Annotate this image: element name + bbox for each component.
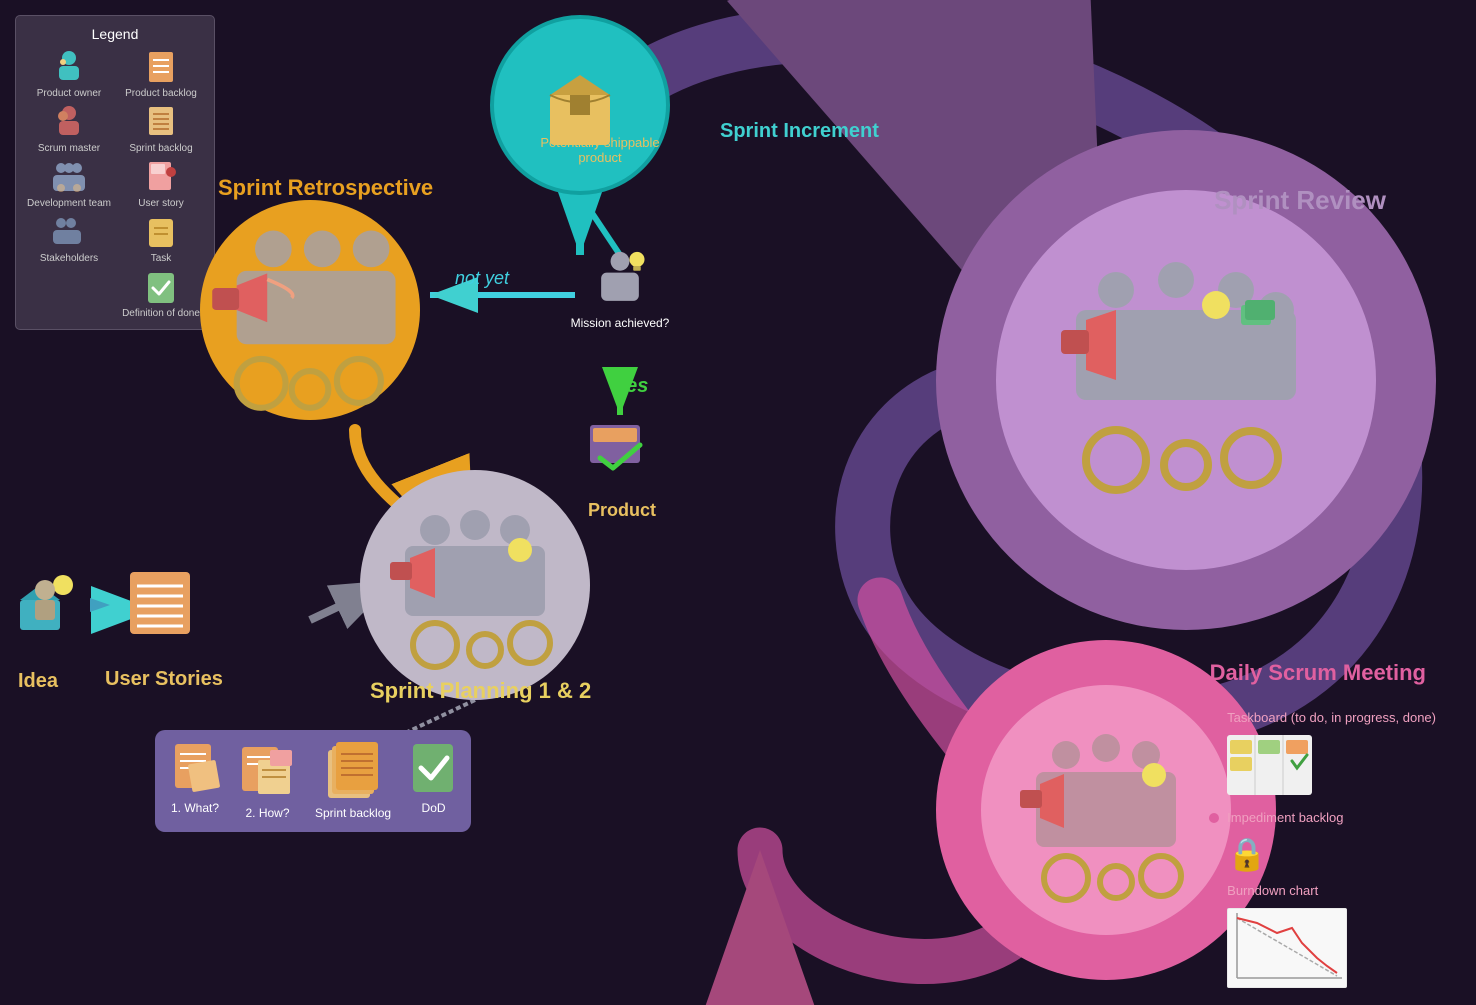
daily-scrum-legend: Taskboard (to do, in progress, done) Imp… (1209, 710, 1436, 993)
stakeholders-icon (51, 215, 87, 251)
legend-box: Legend Product owner Product backlog (15, 15, 215, 330)
user-story-icon (145, 160, 177, 196)
sp-item-how: 2. How? (240, 742, 295, 820)
daily-legend-burndown: Burndown chart (1209, 883, 1436, 898)
sp-item-dod: DoD (411, 742, 456, 815)
sprint-planning-label: Sprint Planning 1 & 2 (370, 678, 591, 704)
daily-scrum-team-icon (1006, 710, 1206, 910)
sp-label-sprint-backlog: Sprint backlog (315, 806, 391, 820)
mission-person-icon (590, 250, 650, 316)
daily-scrum-label: Daily Scrum Meeting (1210, 660, 1426, 686)
legend-label-user-story: User story (138, 198, 184, 209)
daily-scrum-inner-circle (981, 685, 1231, 935)
idea-section (15, 570, 205, 640)
burndown-visual (1227, 908, 1436, 993)
legend-item-task: Task (118, 215, 204, 264)
legend-title: Legend (26, 26, 204, 42)
sprint-planning-circle (360, 470, 590, 700)
legend-item-scrum-master: Scrum master (26, 105, 112, 154)
sprint-backlog-icon (145, 105, 177, 141)
legend-label-product-backlog: Product backlog (125, 88, 197, 99)
sp-label-how: 2. How? (245, 806, 289, 820)
legend-label-dev-team: Development team (27, 198, 111, 209)
burndown-svg (1227, 908, 1347, 988)
sprint-planning-bottom-box: 1. What? 2. How? Sprint backlog (155, 730, 471, 832)
sprint-increment-circle (490, 15, 670, 195)
sp-item-what: 1. What? (170, 742, 220, 815)
idea-label: Idea (18, 670, 58, 693)
how-icon (240, 742, 295, 802)
mission-person-area: Mission achieved? (570, 250, 670, 330)
burndown-dot (1209, 886, 1219, 896)
yes-label: yes (615, 375, 648, 398)
product-box (580, 420, 660, 490)
product-backlog-icon (145, 50, 177, 86)
sp-item-sprint-backlog: Sprint backlog (315, 742, 391, 820)
burndown-label: Burndown chart (1227, 883, 1318, 898)
legend-item-stakeholders: Stakeholders (26, 215, 112, 264)
user-stories-label: User Stories (105, 668, 223, 691)
legend-label-task: Task (151, 253, 172, 264)
daily-legend-taskboard: Taskboard (to do, in progress, done) (1209, 710, 1436, 725)
impediment-dot (1209, 813, 1219, 823)
taskboard-visual (1227, 735, 1436, 800)
legend-item-product-owner: Product owner (26, 50, 112, 99)
legend-label-stakeholders: Stakeholders (40, 253, 98, 264)
legend-label-dod: Definition of done (122, 308, 200, 319)
sp-label-what: 1. What? (171, 801, 219, 815)
legend-item-dod: Definition of done (118, 270, 204, 319)
legend-label-product-owner: Product owner (37, 88, 101, 99)
sp-label-dod: DoD (422, 801, 446, 815)
arrow-right-icon (85, 590, 115, 620)
sprint-review-inner-circle (996, 190, 1376, 570)
product-icon (585, 420, 655, 475)
what-icon (170, 742, 220, 797)
sprint-backlog-stack-icon (326, 742, 381, 802)
task-icon (145, 215, 177, 251)
dev-team-icon (51, 160, 87, 196)
legend-item-user-story: User story (118, 160, 204, 209)
sprint-retro-label: Sprint Retrospective (218, 175, 433, 201)
legend-grid: Product owner Product backlog Scrum mast… (26, 50, 204, 319)
legend-item-empty (26, 270, 112, 319)
product-label: Product (588, 500, 656, 521)
taskboard-dot (1209, 713, 1219, 723)
daily-legend-impediment: Impediment backlog (1209, 810, 1436, 825)
dod-check-icon (411, 742, 456, 797)
not-yet-label: not yet (455, 268, 509, 289)
sprint-increment-label: Sprint Increment (720, 120, 879, 143)
scrum-master-icon (53, 105, 85, 141)
lock-icon: 🔒 (1227, 835, 1436, 873)
retro-team-icon (200, 200, 420, 420)
user-stories-doc-icon (125, 570, 205, 640)
potentially-shippable-label: Potentially shippable product (540, 135, 660, 165)
idea-icon (15, 570, 75, 640)
legend-item-sprint-backlog-legend: Sprint backlog (118, 105, 204, 154)
taskboard-svg (1227, 735, 1312, 795)
planning-team-icon (380, 490, 570, 680)
sprint-retro-circle (200, 200, 420, 420)
taskboard-label: Taskboard (to do, in progress, done) (1227, 710, 1436, 725)
legend-item-dev-team: Development team (26, 160, 112, 209)
review-team-icon (1036, 230, 1336, 530)
mission-achieved-label: Mission achieved? (571, 316, 670, 330)
sprint-review-label: Sprint Review (1214, 185, 1386, 216)
impediment-label: Impediment backlog (1227, 810, 1343, 825)
dod-icon (145, 270, 177, 306)
legend-item-product-backlog: Product backlog (118, 50, 204, 99)
legend-label-scrum-master: Scrum master (38, 143, 100, 154)
product-owner-icon (53, 50, 85, 86)
legend-label-sprint-backlog: Sprint backlog (129, 143, 192, 154)
